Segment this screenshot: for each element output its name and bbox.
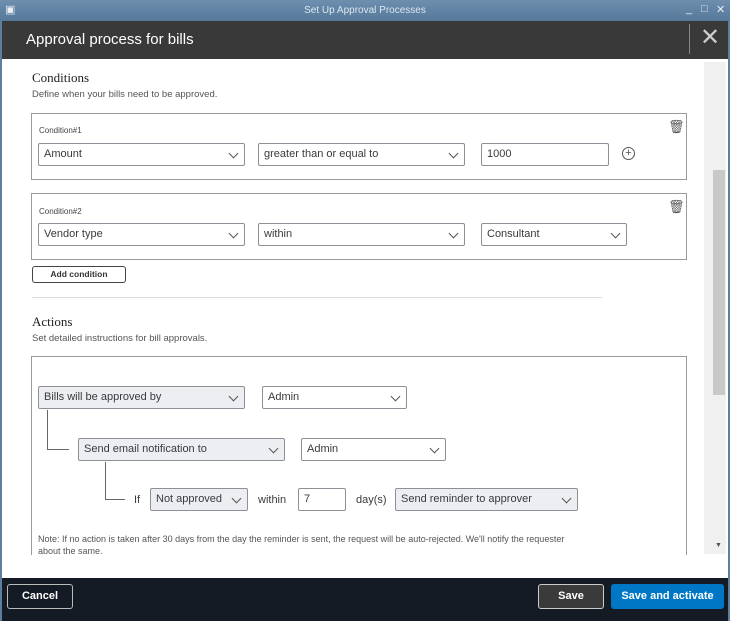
selected-value: Send reminder to approver [401, 493, 532, 505]
add-circle-icon[interactable]: + [622, 147, 635, 160]
delete-condition-icon[interactable]: 🗑 [668, 199, 685, 215]
chevron-down-icon [228, 228, 239, 239]
chevron-down-icon [268, 443, 279, 454]
divider [32, 297, 602, 298]
chevron-down-icon [448, 148, 459, 159]
content-bottom [2, 555, 702, 578]
selected-value: Admin [307, 443, 339, 455]
selected-value: Admin [268, 391, 300, 403]
condition-field-select[interactable]: Amount [38, 143, 245, 166]
reminder-select[interactable]: Send reminder to approver [395, 488, 578, 511]
tree-line [47, 449, 69, 450]
selected-value: Bills will be approved by [44, 391, 162, 403]
delete-condition-icon[interactable]: 🗑 [668, 119, 685, 135]
add-condition-button[interactable]: Add condition [32, 266, 126, 283]
chevron-down-icon [561, 493, 572, 504]
status-select[interactable]: Not approved [150, 488, 248, 511]
selected-value: Consultant [487, 228, 540, 240]
chevron-down-icon [228, 148, 239, 159]
save-and-activate-button[interactable]: Save and activate [611, 584, 724, 609]
selected-value: within [264, 228, 293, 240]
condition-label: Condition#1 [39, 126, 82, 135]
approved-by-select[interactable]: Bills will be approved by [38, 386, 245, 409]
condition-operator-select[interactable]: within [258, 223, 465, 246]
conditions-heading: Conditions [32, 70, 90, 85]
selected-value: Send email notification to [84, 443, 207, 455]
cancel-button[interactable]: Cancel [7, 584, 73, 609]
divider [689, 24, 690, 54]
actions-heading: Actions [32, 314, 73, 329]
condition-label: Condition#2 [39, 207, 82, 216]
conditions-description: Define when your bills need to be approv… [32, 89, 218, 100]
selected-value: Not approved [156, 493, 223, 505]
notify-select[interactable]: Send email notification to [78, 438, 285, 461]
window-close-icon[interactable]: ✕ [716, 3, 725, 16]
chevron-down-icon [610, 228, 621, 239]
condition-value-input[interactable]: 1000 [481, 143, 609, 166]
page-title: Approval process for bills [26, 31, 194, 48]
window-title: Set Up Approval Processes [304, 5, 426, 16]
chevron-down-icon [429, 443, 440, 454]
scroll-down-icon[interactable]: ▼ [715, 542, 722, 549]
approver-select[interactable]: Admin [262, 386, 407, 409]
condition-operator-select[interactable]: greater than or equal to [258, 143, 465, 166]
actions-description: Set detailed instructions for bill appro… [32, 333, 208, 344]
days-label: day(s) [356, 494, 387, 506]
selected-value: Vendor type [44, 228, 103, 240]
condition-field-select[interactable]: Vendor type [38, 223, 245, 246]
maximize-icon[interactable]: □ [701, 3, 708, 15]
app-icon: ▣ [5, 4, 16, 16]
scrollbar-thumb[interactable] [713, 170, 725, 395]
chevron-down-icon [448, 228, 459, 239]
window-titlebar: Set Up Approval Processes [0, 0, 730, 21]
if-label: If [134, 494, 141, 506]
save-button[interactable]: Save [538, 584, 604, 609]
chevron-down-icon [231, 493, 242, 504]
notify-to-select[interactable]: Admin [301, 438, 446, 461]
close-icon[interactable]: ✕ [700, 23, 720, 52]
within-label: within [258, 494, 287, 506]
dialog-header: Approval process for bills ✕ [2, 21, 728, 59]
chevron-down-icon [228, 391, 239, 402]
selected-value: Amount [44, 148, 82, 160]
condition-value-select[interactable]: Consultant [481, 223, 627, 246]
minimize-icon[interactable]: _ [686, 3, 692, 15]
auto-reject-note: Note: If no action is taken after 30 day… [38, 534, 565, 556]
selected-value: greater than or equal to [264, 148, 379, 160]
tree-line [105, 499, 125, 500]
days-input[interactable]: 7 [298, 488, 346, 511]
tree-line [105, 462, 106, 500]
tree-line [47, 410, 48, 450]
chevron-down-icon [390, 391, 401, 402]
